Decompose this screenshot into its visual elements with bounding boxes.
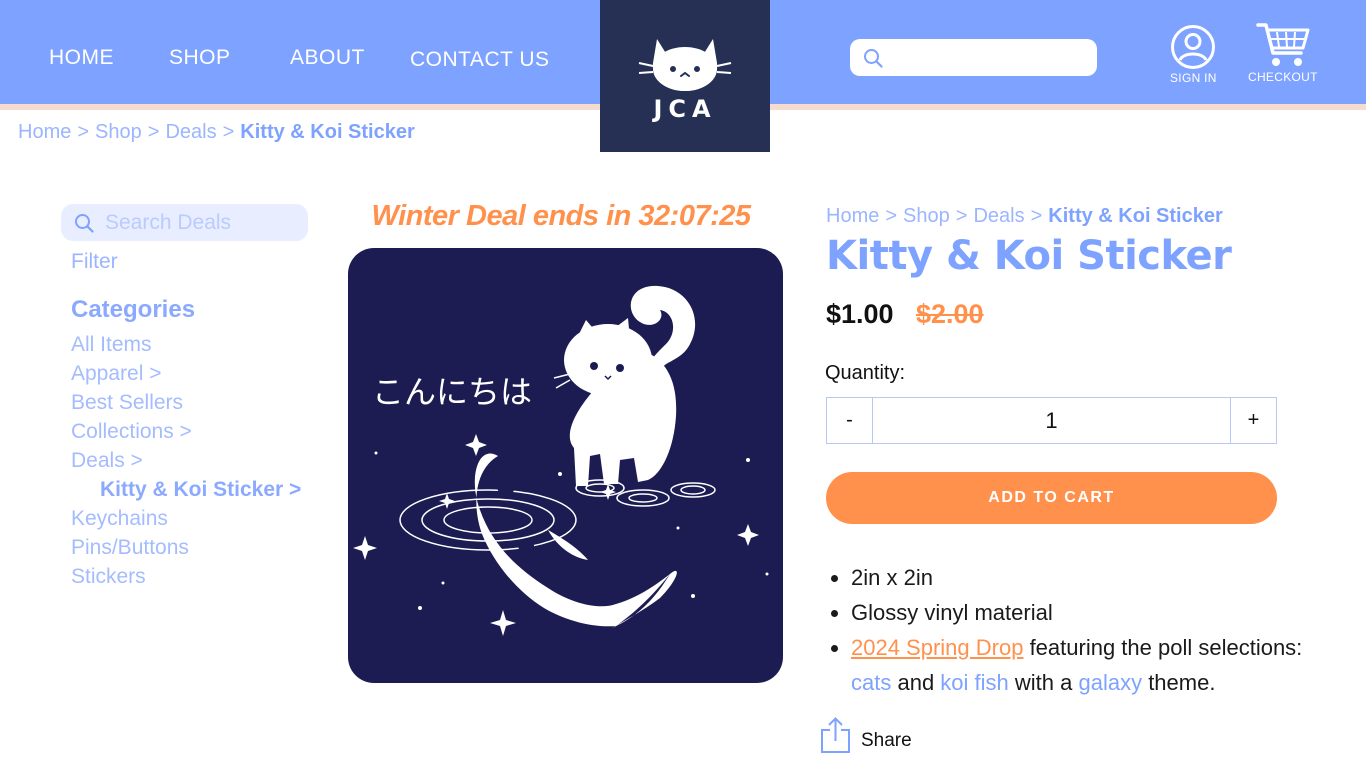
breadcrumb-current: Kitty & Koi Sticker — [240, 121, 415, 143]
cart-icon — [1256, 23, 1310, 66]
quantity-stepper: - + — [826, 397, 1277, 444]
detail-size-text: 2in x 2in — [851, 565, 933, 590]
header-search-input[interactable] — [892, 44, 1087, 71]
sign-in-label: SIGN IN — [1170, 71, 1217, 85]
add-to-cart-button[interactable]: ADD TO CART — [826, 472, 1277, 524]
breadcrumb-home[interactable]: Home — [826, 205, 879, 227]
quantity-decrease-button[interactable]: - — [827, 398, 873, 443]
category-all-items[interactable]: All Items — [71, 333, 301, 362]
product-image[interactable]: こんにちは — [348, 248, 783, 683]
filter-link[interactable]: Filter — [71, 250, 118, 274]
header-search[interactable] — [850, 39, 1097, 76]
detail-drop-text: featuring the poll selections: — [1023, 635, 1303, 660]
breadcrumb-deals[interactable]: Deals — [165, 121, 216, 143]
breadcrumb-current: Kitty & Koi Sticker — [1048, 205, 1223, 227]
quantity-label: Quantity: — [825, 362, 906, 384]
breadcrumb-separator: > — [222, 121, 235, 143]
deal-search[interactable] — [61, 204, 308, 241]
breadcrumb-separator: > — [147, 121, 160, 143]
user-circle-icon — [1171, 25, 1216, 69]
original-price: $2.00 — [916, 299, 984, 329]
koi-fish-link[interactable]: koi fish — [940, 670, 1008, 695]
quantity-input[interactable] — [873, 398, 1230, 443]
galaxy-link[interactable]: galaxy — [1078, 670, 1142, 695]
site-logo[interactable]: JCA — [600, 0, 770, 152]
sale-price: $1.00 — [826, 299, 894, 329]
breadcrumb-home[interactable]: Home — [18, 121, 71, 143]
detail-theme-text: theme. — [1142, 670, 1216, 695]
search-icon — [864, 49, 883, 68]
detail-size: 2in x 2in — [851, 560, 1361, 595]
deal-countdown-banner: Winter Deal ends in 32:07:25 — [371, 200, 752, 232]
category-collections[interactable]: Collections > — [71, 420, 301, 449]
breadcrumb-deals[interactable]: Deals — [973, 205, 1024, 227]
search-icon — [75, 214, 94, 233]
breadcrumb-top: Home > Shop > Deals > Kitty & Koi Sticker — [18, 121, 415, 144]
category-deals[interactable]: Deals > — [71, 449, 301, 478]
nav-about[interactable]: ABOUT — [290, 46, 365, 70]
detail-material-text: Glossy vinyl material — [851, 600, 1053, 625]
spring-drop-link[interactable]: 2024 Spring Drop — [851, 635, 1023, 660]
share-icon — [821, 717, 850, 753]
category-list: All Items Apparel > Best Sellers Collect… — [71, 333, 301, 594]
detail-drop: 2024 Spring Drop featuring the poll sele… — [851, 630, 1361, 700]
category-best-sellers[interactable]: Best Sellers — [71, 391, 301, 420]
share-button[interactable]: Share — [820, 716, 912, 754]
category-keychains[interactable]: Keychains — [71, 507, 301, 536]
detail-and-text: and — [891, 670, 941, 695]
categories-heading: Categories — [71, 296, 196, 323]
kitty-koi-illustration: こんにちは — [353, 285, 769, 636]
breadcrumb-shop[interactable]: Shop — [95, 121, 142, 143]
breadcrumb-separator: > — [885, 205, 898, 227]
checkout-label: CHECKOUT — [1248, 70, 1318, 84]
detail-with-text: with a — [1008, 670, 1079, 695]
nav-contact-us[interactable]: CONTACT US — [410, 48, 550, 72]
sign-in-button[interactable]: SIGN IN — [1170, 24, 1217, 85]
category-kitty-koi-sticker[interactable]: Kitty & Koi Sticker > — [71, 478, 301, 507]
category-apparel[interactable]: Apparel > — [71, 362, 301, 391]
nav-shop[interactable]: SHOP — [169, 46, 231, 70]
image-japanese-text: こんにちは — [372, 373, 532, 411]
product-details-list: 2in x 2in Glossy vinyl material 2024 Spr… — [851, 560, 1361, 700]
nav-home[interactable]: HOME — [49, 46, 114, 70]
cats-link[interactable]: cats — [851, 670, 891, 695]
deal-search-input[interactable] — [105, 208, 300, 237]
breadcrumb-separator: > — [77, 121, 90, 143]
breadcrumb-shop[interactable]: Shop — [903, 205, 950, 227]
cat-logo-icon — [638, 39, 732, 91]
breadcrumb-separator: > — [955, 205, 968, 227]
share-label: Share — [861, 730, 912, 751]
category-stickers[interactable]: Stickers — [71, 565, 301, 594]
breadcrumb-product: Home > Shop > Deals > Kitty & Koi Sticker — [826, 205, 1223, 228]
detail-material: Glossy vinyl material — [851, 595, 1361, 630]
logo-text: JCA — [653, 95, 717, 123]
product-title: Kitty & Koi Sticker — [826, 233, 1232, 279]
checkout-button[interactable]: CHECKOUT — [1248, 20, 1318, 84]
breadcrumb-separator: > — [1030, 205, 1043, 227]
category-pins-buttons[interactable]: Pins/Buttons — [71, 536, 301, 565]
quantity-increase-button[interactable]: + — [1230, 398, 1276, 443]
